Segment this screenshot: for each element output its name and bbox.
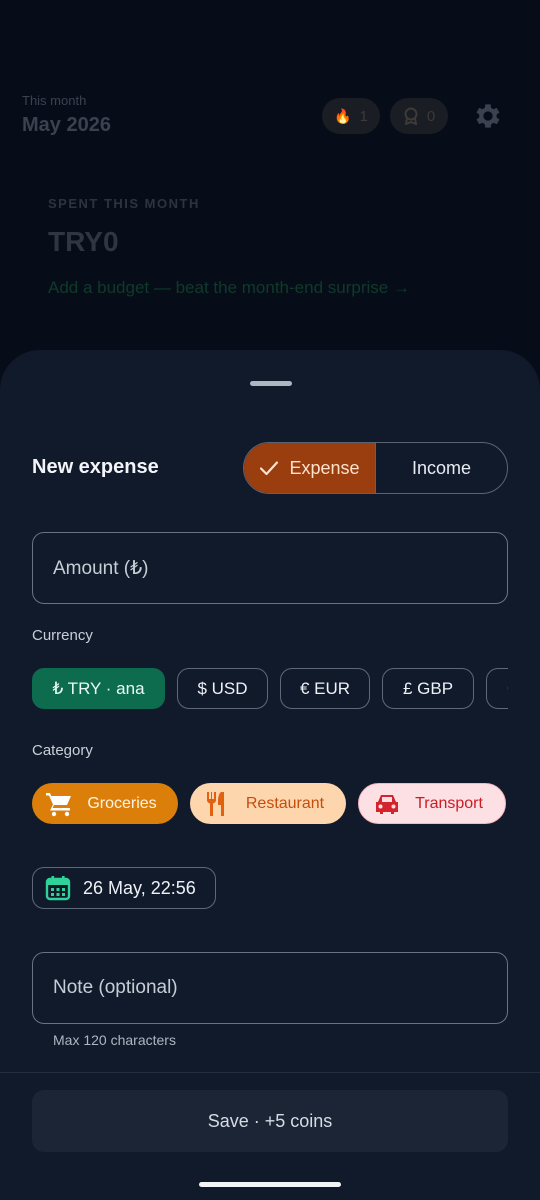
category-label: Category bbox=[32, 742, 93, 759]
save-button[interactable]: Save · +5 coins bbox=[32, 1090, 508, 1152]
streak-count: 1 bbox=[359, 107, 368, 125]
currency-chip-row[interactable]: ₺ TRY · ana $ USD € EUR £ GBP C bbox=[32, 668, 508, 710]
cart-icon bbox=[46, 792, 72, 816]
medal-icon bbox=[404, 107, 418, 125]
new-expense-sheet: New expense Expense Income Amount (₺) Cu… bbox=[0, 350, 540, 1200]
category-restaurant-label: Restaurant bbox=[245, 794, 325, 812]
toggle-income-label: Income bbox=[411, 457, 472, 478]
add-budget-link: Add a budget — beat the month-end surpri… bbox=[48, 278, 410, 297]
currency-chip-eur[interactable]: € EUR bbox=[280, 668, 370, 709]
amount-placeholder: Amount (₺) bbox=[53, 557, 149, 579]
car-icon bbox=[376, 794, 399, 814]
currency-chip-gbp[interactable]: £ GBP bbox=[382, 668, 474, 709]
toggle-expense-label: Expense bbox=[289, 457, 360, 478]
category-chip-groceries[interactable]: Groceries bbox=[32, 783, 178, 824]
currency-label: Currency bbox=[32, 627, 93, 644]
medal-pill: 0 bbox=[390, 98, 448, 134]
home-indicator[interactable] bbox=[199, 1182, 341, 1187]
sheet-title: New expense bbox=[32, 456, 159, 478]
category-transport-label: Transport bbox=[415, 794, 483, 812]
category-chip-transport[interactable]: Transport bbox=[358, 783, 506, 824]
date-value: 26 May, 22:56 bbox=[83, 877, 196, 898]
note-placeholder: Note (optional) bbox=[53, 977, 178, 998]
fork-knife-icon bbox=[206, 791, 224, 816]
footer-divider bbox=[0, 1072, 540, 1073]
toggle-expense[interactable]: Expense bbox=[244, 443, 375, 493]
toggle-income[interactable]: Income bbox=[375, 443, 507, 493]
check-icon bbox=[260, 461, 279, 476]
flame-icon: 🔥 bbox=[334, 107, 352, 124]
date-picker-button[interactable]: 26 May, 22:56 bbox=[32, 867, 216, 909]
spent-label: SPENT THIS MONTH bbox=[48, 196, 200, 211]
currency-chip-try[interactable]: ₺ TRY · ana bbox=[32, 668, 165, 709]
spent-value: TRY0 bbox=[48, 226, 119, 257]
currency-chip-more[interactable]: C bbox=[486, 668, 508, 709]
category-chip-row[interactable]: Groceries Restaurant Transport bbox=[32, 783, 508, 825]
note-helper-text: Max 120 characters bbox=[53, 1032, 176, 1048]
sheet-drag-handle[interactable] bbox=[250, 381, 292, 386]
type-toggle: Expense Income bbox=[243, 442, 508, 494]
amount-input[interactable]: Amount (₺) bbox=[32, 532, 508, 604]
streak-pill: 🔥 1 bbox=[322, 98, 380, 134]
category-groceries-label: Groceries bbox=[87, 794, 157, 812]
currency-chip-usd[interactable]: $ USD bbox=[177, 668, 268, 709]
note-input[interactable]: Note (optional) bbox=[32, 952, 508, 1024]
gear-icon bbox=[476, 104, 500, 128]
medal-count: 0 bbox=[426, 107, 436, 125]
calendar-icon bbox=[45, 876, 71, 901]
category-chip-restaurant[interactable]: Restaurant bbox=[190, 783, 346, 824]
month-value: May 2026 bbox=[22, 114, 111, 136]
month-label: This month bbox=[22, 93, 87, 108]
